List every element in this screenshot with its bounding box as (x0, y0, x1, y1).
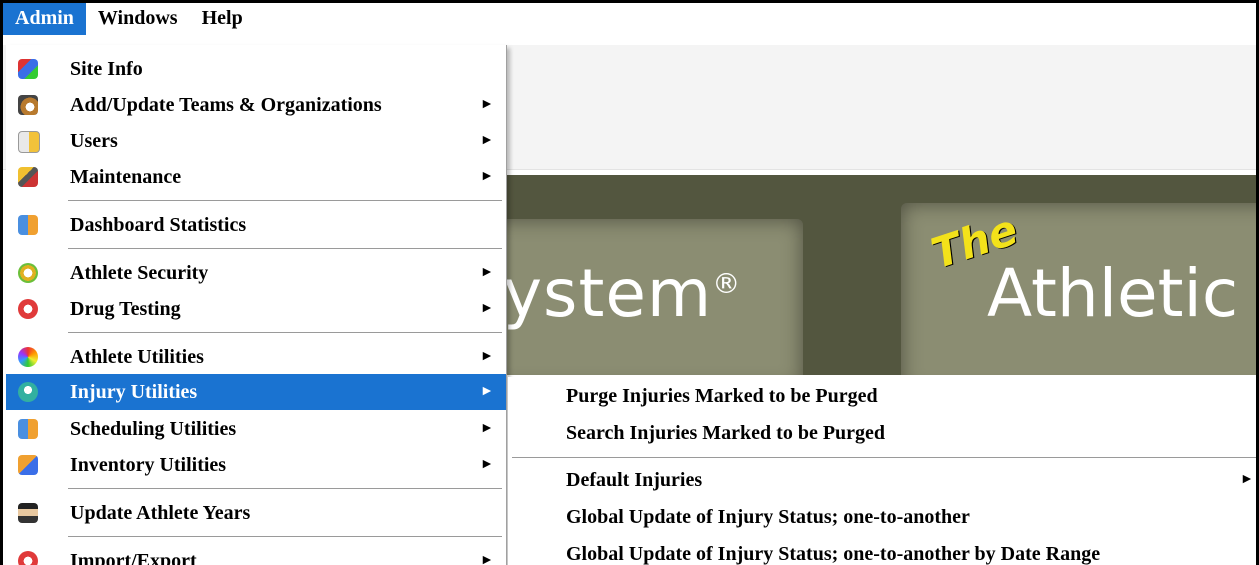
menu-separator (68, 332, 502, 333)
menu-item-teams[interactable]: Add/Update Teams & Organizations ► (6, 87, 506, 123)
submenu-separator (512, 457, 1256, 458)
submenu-item-purge-injuries[interactable]: Purge Injuries Marked to be Purged (508, 377, 1256, 415)
injury-icon (18, 382, 38, 402)
menu-item-label: Dashboard Statistics (70, 213, 247, 236)
menu-help[interactable]: Help (190, 3, 255, 35)
submenu-arrow-icon: ► (480, 265, 494, 280)
admin-dropdown-menu: Site Info Add/Update Teams & Organizatio… (6, 45, 507, 565)
menu-item-site-info[interactable]: Site Info (6, 51, 506, 87)
submenu-item-label: Search Injuries Marked to be Purged (566, 421, 886, 444)
teams-icon (18, 95, 38, 115)
menu-item-users[interactable]: Users ► (6, 123, 506, 159)
menu-item-drug-testing[interactable]: Drug Testing ► (6, 291, 506, 327)
submenu-arrow-icon: ► (480, 553, 494, 565)
submenu-arrow-icon: ► (480, 97, 494, 112)
menu-item-label: Athlete Security (70, 261, 209, 284)
menu-item-import-export[interactable]: Import/Export ► (6, 543, 506, 565)
menu-item-athlete-utilities[interactable]: Athlete Utilities ► (6, 339, 506, 375)
graduate-icon (18, 503, 38, 523)
menu-separator (68, 200, 502, 201)
submenu-item-global-update-status-date-range[interactable]: Global Update of Injury Status; one-to-a… (508, 535, 1256, 565)
menu-separator (68, 536, 502, 537)
submenu-arrow-icon: ► (480, 133, 494, 148)
submenu-item-label: Global Update of Injury Status; one-to-a… (566, 542, 1101, 565)
menubar: Admin Windows Help (3, 3, 1256, 45)
menu-item-label: Drug Testing (70, 297, 181, 320)
site-info-icon (18, 59, 38, 79)
menu-separator (68, 488, 502, 489)
submenu-item-default-injuries[interactable]: Default Injuries ► (508, 461, 1256, 499)
maintenance-icon (18, 167, 38, 187)
menu-item-label: Users (70, 129, 118, 152)
submenu-item-label: Global Update of Injury Status; one-to-a… (566, 505, 970, 528)
submenu-item-global-update-status[interactable]: Global Update of Injury Status; one-to-a… (508, 498, 1256, 536)
submenu-arrow-icon: ► (480, 384, 494, 399)
submenu-item-search-injuries[interactable]: Search Injuries Marked to be Purged (508, 414, 1256, 452)
drug-testing-icon (18, 299, 38, 319)
menu-item-scheduling-utilities[interactable]: Scheduling Utilities ► (6, 411, 506, 447)
menu-item-dashboard[interactable]: Dashboard Statistics (6, 207, 506, 243)
app-banner: ystem® The Athletic (503, 175, 1256, 375)
import-export-icon (18, 551, 38, 565)
menu-item-label: Athlete Utilities (70, 345, 204, 368)
submenu-arrow-icon: ► (480, 301, 494, 316)
scheduling-icon (18, 419, 38, 439)
menu-item-label: Update Athlete Years (70, 501, 251, 524)
submenu-arrow-icon: ► (1240, 472, 1254, 487)
menu-item-athlete-security[interactable]: Athlete Security ► (6, 255, 506, 291)
submenu-arrow-icon: ► (480, 421, 494, 436)
submenu-arrow-icon: ► (480, 457, 494, 472)
menu-item-label: Site Info (70, 57, 143, 80)
menu-admin[interactable]: Admin (3, 3, 86, 35)
security-icon (18, 263, 38, 283)
menu-item-label: Inventory Utilities (70, 453, 227, 476)
submenu-arrow-icon: ► (480, 349, 494, 364)
submenu-arrow-icon: ► (480, 169, 494, 184)
menu-item-label: Scheduling Utilities (70, 417, 237, 440)
menu-item-label: Add/Update Teams & Organizations (70, 93, 382, 116)
menu-item-label: Maintenance (70, 165, 182, 188)
menu-item-label: Import/Export (70, 549, 197, 565)
dashboard-icon (18, 215, 38, 235)
athlete-utilities-icon (18, 347, 38, 367)
inventory-icon (18, 455, 38, 475)
menu-item-inventory-utilities[interactable]: Inventory Utilities ► (6, 447, 506, 483)
menu-item-injury-utilities[interactable]: Injury Utilities ► (6, 374, 506, 410)
submenu-item-label: Purge Injuries Marked to be Purged (566, 384, 878, 407)
submenu-item-label: Default Injuries (566, 468, 703, 491)
menu-windows[interactable]: Windows (86, 3, 190, 35)
injury-utilities-submenu: Purge Injuries Marked to be Purged Searc… (508, 377, 1256, 565)
menu-item-maintenance[interactable]: Maintenance ► (6, 159, 506, 195)
app-window: Admin Windows Help ystem® The Athletic S… (0, 0, 1259, 565)
menu-item-label: Injury Utilities (70, 380, 198, 403)
banner-system-text: ystem® (503, 255, 742, 332)
users-icon (18, 131, 40, 153)
menu-item-update-athlete-years[interactable]: Update Athlete Years (6, 495, 506, 531)
banner-athletic-text: Athletic (987, 255, 1239, 332)
menu-separator (68, 248, 502, 249)
